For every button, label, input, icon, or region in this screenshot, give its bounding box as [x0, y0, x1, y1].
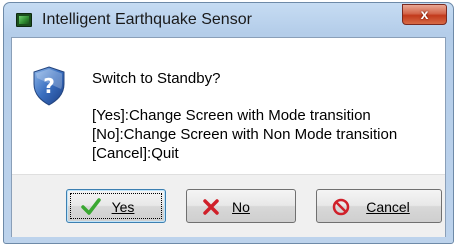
- yes-button[interactable]: Yes: [66, 189, 166, 223]
- yes-button-label: Yes: [111, 199, 135, 215]
- cancel-button[interactable]: Cancel: [316, 189, 442, 223]
- no-button-label: No: [232, 199, 250, 215]
- app-icon: [16, 13, 32, 27]
- no-button[interactable]: No: [186, 189, 296, 223]
- window-title: Intelligent Earthquake Sensor: [42, 11, 252, 28]
- shield-question-icon: ?: [33, 66, 65, 106]
- svg-text:?: ?: [43, 74, 55, 98]
- dialog-body: ? Switch to Standby? [Yes]:Change Screen…: [11, 37, 446, 237]
- close-button[interactable]: x: [402, 4, 447, 25]
- detail-line-yes: [Yes]:Change Screen with Mode transition: [92, 107, 371, 124]
- title-bar[interactable]: Intelligent Earthquake Sensor x: [4, 3, 453, 37]
- button-bar: Yes No Cancel: [12, 174, 445, 237]
- cancel-button-label: Cancel: [366, 199, 410, 215]
- detail-line-no: [No]:Change Screen with Non Mode transit…: [92, 126, 398, 143]
- dialog-window: Intelligent Earthquake Sensor x ? Switch…: [3, 2, 454, 244]
- question-text: Switch to Standby?: [92, 70, 221, 87]
- detail-line-cancel: [Cancel]:Quit: [92, 145, 179, 162]
